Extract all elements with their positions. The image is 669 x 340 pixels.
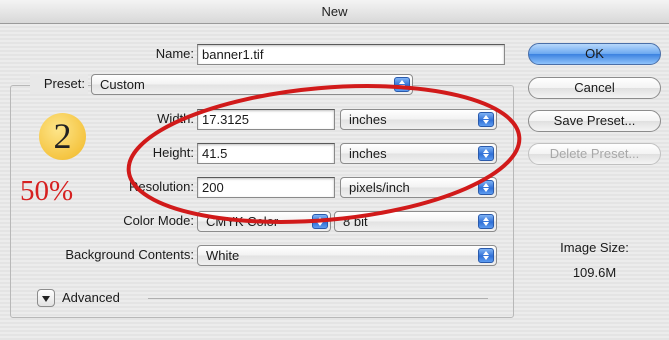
red-circle-annotation	[126, 84, 522, 224]
highlight-ellipse	[126, 84, 522, 224]
